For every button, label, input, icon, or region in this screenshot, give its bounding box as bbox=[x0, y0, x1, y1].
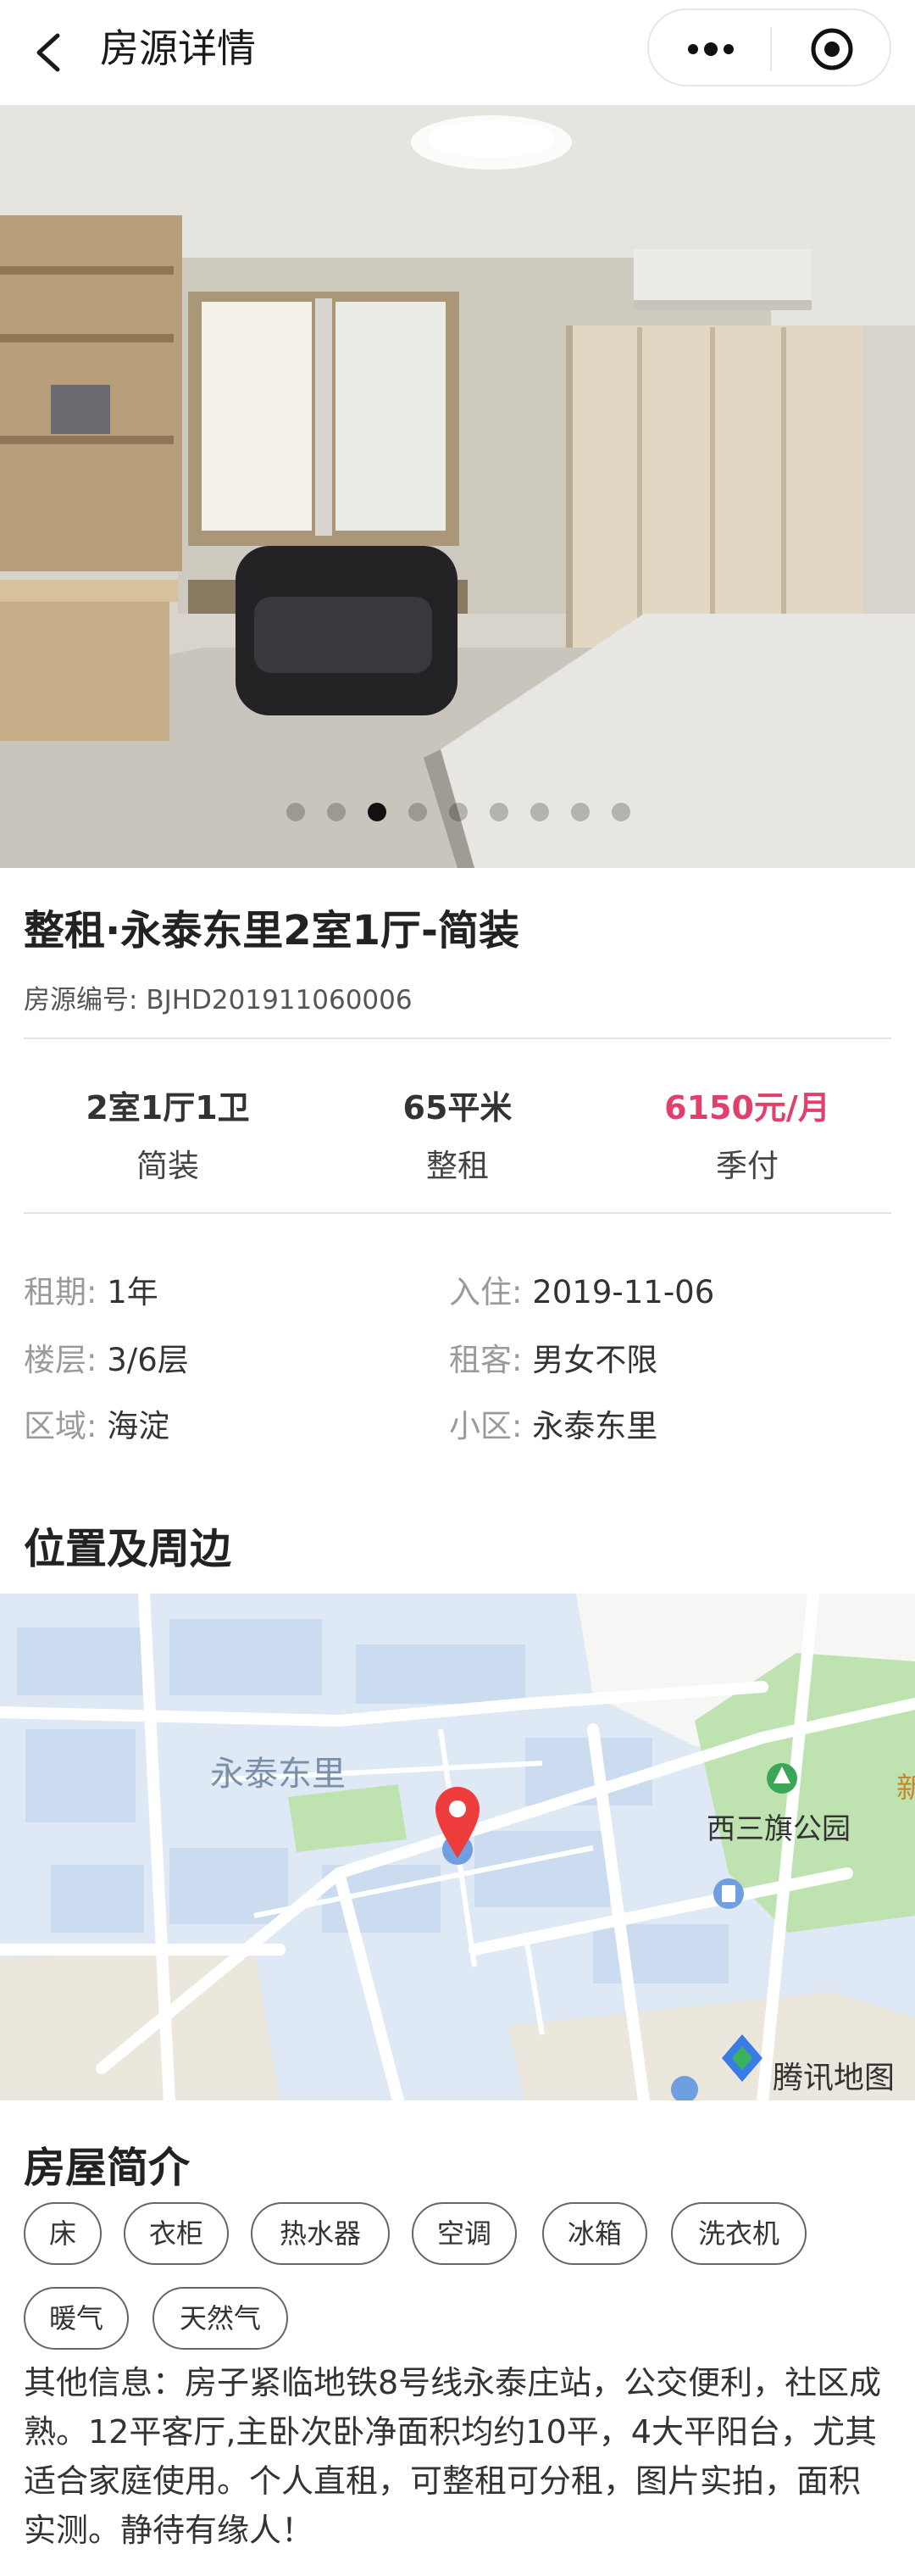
stat-price-sub: 季付 bbox=[716, 1148, 779, 1184]
stat-layout: 2室1厅1卫 简装 bbox=[24, 1082, 312, 1186]
carousel-dot[interactable] bbox=[408, 803, 427, 821]
info-lease: 租期: 1年 bbox=[24, 1266, 158, 1312]
back-arrow-icon[interactable] bbox=[25, 29, 73, 76]
info-community-label: 小区: bbox=[449, 1408, 523, 1444]
carousel-dot[interactable] bbox=[530, 803, 549, 821]
amenity-tag: 空调 bbox=[412, 2202, 517, 2265]
capsule-divider bbox=[770, 27, 772, 71]
carousel-dot[interactable] bbox=[490, 803, 508, 821]
amenity-tag: 冰箱 bbox=[542, 2202, 647, 2265]
info-tenant-value: 男女不限 bbox=[532, 1342, 658, 1378]
info-checkin-value: 2019-11-06 bbox=[532, 1274, 715, 1310]
stat-price: 6150元/月 季付 bbox=[603, 1082, 891, 1186]
stat-area-sub: 整租 bbox=[426, 1148, 489, 1184]
stat-price-value: 6150元/月 bbox=[664, 1089, 830, 1127]
info-lease-value: 1年 bbox=[107, 1274, 158, 1310]
info-floor: 楼层: 3/6层 bbox=[24, 1334, 189, 1380]
carousel-dot[interactable] bbox=[327, 803, 346, 821]
amenity-tag: 床 bbox=[24, 2202, 102, 2265]
carousel-dot[interactable] bbox=[612, 803, 630, 821]
divider bbox=[24, 1038, 891, 1039]
stat-area-value: 65平米 bbox=[402, 1089, 513, 1127]
listing-code-label: 房源编号: bbox=[24, 985, 138, 1015]
info-lease-label: 租期: bbox=[24, 1274, 97, 1310]
info-floor-label: 楼层: bbox=[24, 1342, 97, 1378]
amenity-tag: 热水器 bbox=[251, 2202, 390, 2265]
listing-title: 整租·永泰东里2室1厅-简装 bbox=[24, 907, 519, 954]
info-community-value: 永泰东里 bbox=[532, 1408, 658, 1444]
carousel-dot[interactable] bbox=[449, 803, 468, 821]
info-district-value: 海淀 bbox=[107, 1408, 170, 1444]
amenity-tag: 暖气 bbox=[24, 2287, 129, 2350]
listing-code: 房源编号: BJHD201911060006 bbox=[24, 978, 413, 1016]
stat-area: 65平米 整租 bbox=[313, 1082, 602, 1186]
carousel-dot[interactable] bbox=[286, 803, 305, 821]
listing-photo-carousel[interactable] bbox=[0, 105, 915, 868]
navigation-bar: 房源详情 bbox=[0, 0, 915, 105]
map-label-community: 永泰东里 bbox=[210, 1755, 346, 1794]
amenity-tag: 洗衣机 bbox=[671, 2202, 807, 2265]
divider bbox=[24, 1212, 891, 1214]
intro-heading: 房屋简介 bbox=[24, 2144, 191, 2192]
carousel-indicator bbox=[0, 803, 915, 828]
info-checkin-label: 入住: bbox=[449, 1274, 523, 1310]
more-options-icon[interactable] bbox=[681, 32, 740, 66]
map-label-edge: 新 bbox=[896, 1772, 915, 1805]
map-label-park: 西三旗公园 bbox=[707, 1812, 851, 1846]
close-mini-program-icon[interactable] bbox=[808, 25, 856, 73]
stat-layout-value: 2室1厅1卫 bbox=[86, 1089, 250, 1127]
stat-layout-sub: 简装 bbox=[136, 1148, 199, 1184]
amenity-tag: 天然气 bbox=[152, 2287, 288, 2350]
page-title: 房源详情 bbox=[100, 25, 256, 71]
info-district-label: 区域: bbox=[24, 1408, 97, 1444]
carousel-dot-active[interactable] bbox=[368, 803, 386, 821]
listing-description: 其他信息：房子紧临地铁8号线永泰庄站，公交便利，社区成熟。12平客厅,主卧次卧净… bbox=[24, 2364, 882, 2549]
info-tenant: 租客: 男女不限 bbox=[449, 1334, 657, 1380]
info-floor-value: 3/6层 bbox=[107, 1342, 189, 1378]
carousel-dot[interactable] bbox=[571, 803, 590, 821]
mini-program-capsule bbox=[647, 8, 891, 86]
amenity-tag: 衣柜 bbox=[124, 2202, 229, 2265]
info-district: 区域: 海淀 bbox=[24, 1400, 169, 1446]
listing-code-value: BJHD201911060006 bbox=[146, 985, 413, 1015]
map-tiles bbox=[0, 1594, 915, 2100]
location-map[interactable]: 永泰东里 西三旗公园 新 腾讯地图 bbox=[0, 1594, 915, 2100]
room-photo bbox=[0, 105, 915, 868]
map-brand: 腾讯地图 bbox=[773, 2061, 896, 2095]
info-tenant-label: 租客: bbox=[449, 1342, 523, 1378]
info-checkin: 入住: 2019-11-06 bbox=[449, 1266, 714, 1312]
location-heading: 位置及周边 bbox=[24, 1525, 232, 1573]
info-community: 小区: 永泰东里 bbox=[449, 1400, 657, 1446]
